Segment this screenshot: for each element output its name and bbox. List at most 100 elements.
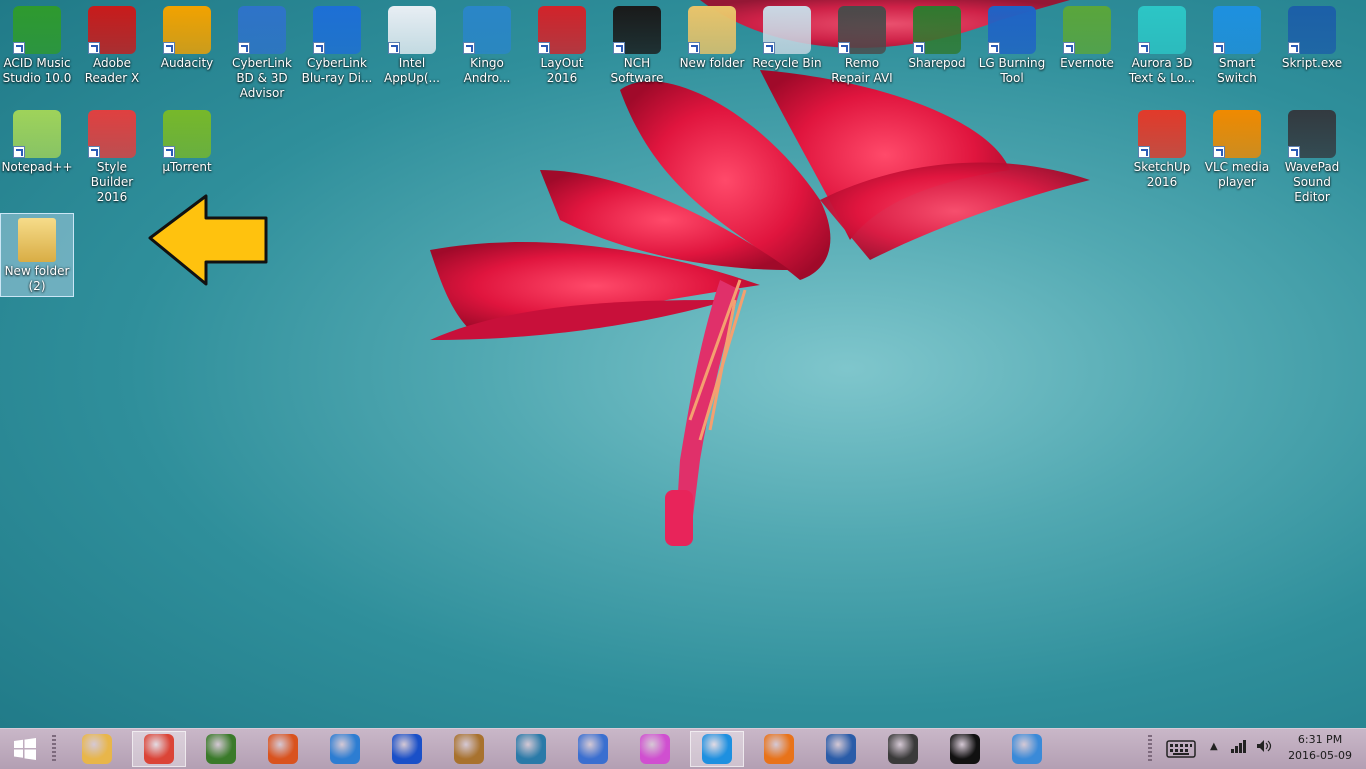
evernote-icon — [1063, 6, 1111, 54]
shortcut-arrow-icon — [1213, 146, 1225, 158]
shortcut-arrow-icon — [763, 42, 775, 54]
desktop-icon-aurora-3d[interactable]: Aurora 3D Text & Lo... — [1125, 2, 1199, 86]
shortcut-arrow-icon — [1063, 42, 1075, 54]
desktop-icon-label: Kingo Andro... — [463, 56, 511, 85]
taskbar-app-safari-compass[interactable] — [1000, 731, 1054, 767]
aurora-3d-icon — [1138, 6, 1186, 54]
yellow-arrow-annotation — [148, 194, 268, 286]
desktop-icon-label: CyberLink Blu-ray Di... — [301, 56, 373, 85]
touch-keyboard-icon[interactable] — [1166, 740, 1196, 761]
volume-icon[interactable] — [1256, 739, 1274, 756]
media-player-icon — [330, 734, 360, 764]
shortcut-arrow-icon — [163, 146, 175, 158]
bank-icon — [454, 734, 484, 764]
skype-icon — [702, 734, 732, 764]
taskbar-app-skype[interactable] — [690, 731, 744, 767]
remo-repair-icon — [838, 6, 886, 54]
audacity-icon — [163, 6, 211, 54]
desktop-icon-folder[interactable]: New folder — [675, 2, 749, 71]
taskbar-app-camera-eye[interactable] — [566, 731, 620, 767]
desktop-icon-skript[interactable]: Skript.exe — [1275, 2, 1349, 71]
taskbar-app-firefox[interactable] — [752, 731, 806, 767]
desktop-icon-evernote[interactable]: Evernote — [1050, 2, 1124, 71]
taskbar-app-office-tiles[interactable] — [256, 731, 310, 767]
desktop-icon-nch-software[interactable]: NCH Software — [600, 2, 674, 86]
shortcut-arrow-icon — [1213, 42, 1225, 54]
desktop-icon-label: Style Builder 2016 — [90, 160, 134, 204]
desktop-icon-layout[interactable]: LayOut 2016 — [525, 2, 599, 86]
desktop-icon-remo-repair[interactable]: Remo Repair AVI — [825, 2, 899, 86]
desktop-icon-new-folder-2[interactable]: New folder (2) — [0, 213, 74, 297]
desktop-icon-label: WavePad Sound Editor — [1284, 160, 1340, 204]
desktop-icon-label: Evernote — [1060, 56, 1114, 70]
recycle-bin-icon — [763, 6, 811, 54]
taskbar: ▲ 6:31 PM 2016-05-09 — [0, 728, 1366, 769]
video-film-icon — [516, 734, 546, 764]
style-builder-icon — [88, 110, 136, 158]
sketchup-icon — [1138, 110, 1186, 158]
desktop-icon-label: VLC media player — [1204, 160, 1270, 189]
desktop-icon-notepad-plus[interactable]: Notepad++ — [0, 106, 74, 175]
shortcut-arrow-icon — [313, 42, 325, 54]
taskbar-app-file-explorer[interactable] — [70, 731, 124, 767]
clock-date: 2016-05-09 — [1288, 749, 1352, 762]
taskbar-app-video-film[interactable] — [504, 731, 558, 767]
chrome-icon — [144, 734, 174, 764]
desktop-icon-utorrent[interactable]: µTorrent — [150, 106, 224, 175]
shortcut-arrow-icon — [163, 42, 175, 54]
shortcut-arrow-icon — [838, 42, 850, 54]
desktop-icon-adobe-reader[interactable]: Adobe Reader X — [75, 2, 149, 86]
desktop-icon-acid-music[interactable]: ACID Music Studio 10.0 — [0, 2, 74, 86]
sharepod-icon — [913, 6, 961, 54]
shortcut-arrow-icon — [88, 146, 100, 158]
taskbar-app-itunes[interactable] — [628, 731, 682, 767]
taskbar-app-malwarebytes[interactable] — [380, 731, 434, 767]
system-clock[interactable]: 6:31 PM 2016-05-09 — [1288, 732, 1352, 764]
desktop-icon-lg-burning[interactable]: LG Burning Tool — [975, 2, 1049, 86]
desktop-icon-cyberlink-bluray[interactable]: CyberLink Blu-ray Di... — [300, 2, 374, 86]
taskbar-app-hypercam[interactable] — [876, 731, 930, 767]
show-hidden-icons-icon[interactable]: ▲ — [1210, 741, 1218, 752]
taskbar-app-bank[interactable] — [442, 731, 496, 767]
desktop-icon-audacity[interactable]: Audacity — [150, 2, 224, 71]
desktop-icon-intel-appup[interactable]: Intel AppUp(... — [375, 2, 449, 86]
lg-burning-icon — [988, 6, 1036, 54]
desktop-icon-label: µTorrent — [162, 160, 212, 174]
desktop-icon-smart-switch[interactable]: Smart Switch — [1200, 2, 1274, 86]
taskbar-gripper[interactable] — [52, 735, 56, 763]
cyberlink-bd-icon — [238, 6, 286, 54]
desktop-icon-label: Sharepod — [908, 56, 966, 70]
nch-software-icon — [613, 6, 661, 54]
desktop-icon-kingo-android[interactable]: Kingo Andro... — [450, 2, 524, 86]
wavepad-icon — [1288, 110, 1336, 158]
taskbar-app-play-circle[interactable] — [938, 731, 992, 767]
shortcut-arrow-icon — [538, 42, 550, 54]
notepad-plus-icon — [13, 110, 61, 158]
taskbar-app-remote-desktop[interactable] — [814, 731, 868, 767]
utorrent-icon — [163, 110, 211, 158]
network-signal-icon[interactable] — [1230, 739, 1248, 756]
shortcut-arrow-icon — [1138, 42, 1150, 54]
desktop-icon-cyberlink-bd[interactable]: CyberLink BD & 3D Advisor — [225, 2, 299, 101]
desktop-icon-wavepad[interactable]: WavePad Sound Editor — [1275, 106, 1349, 205]
desktop-icon-recycle-bin[interactable]: Recycle Bin — [750, 2, 824, 71]
itunes-icon — [640, 734, 670, 764]
toolbar-gripper[interactable] — [1148, 735, 1152, 763]
folder-icon — [18, 218, 56, 262]
kingo-android-icon — [463, 6, 511, 54]
desktop-icon-label: Audacity — [160, 56, 214, 70]
start-button[interactable] — [0, 731, 50, 767]
desktop-icon-vlc[interactable]: VLC media player — [1200, 106, 1274, 190]
layout-icon — [538, 6, 586, 54]
shortcut-arrow-icon — [388, 42, 400, 54]
taskbar-app-chrome[interactable] — [132, 731, 186, 767]
desktop-icon-label: Intel AppUp(... — [384, 56, 440, 85]
office-tiles-icon — [268, 734, 298, 764]
desktop-icon-style-builder[interactable]: Style Builder 2016 — [75, 106, 149, 205]
taskbar-app-media-player[interactable] — [318, 731, 372, 767]
desktop-icon-sketchup[interactable]: SketchUp 2016 — [1125, 106, 1199, 190]
taskbar-app-wondershare[interactable] — [194, 731, 248, 767]
shortcut-arrow-icon — [13, 42, 25, 54]
camera-eye-icon — [578, 734, 608, 764]
desktop-icon-sharepod[interactable]: Sharepod — [900, 2, 974, 71]
